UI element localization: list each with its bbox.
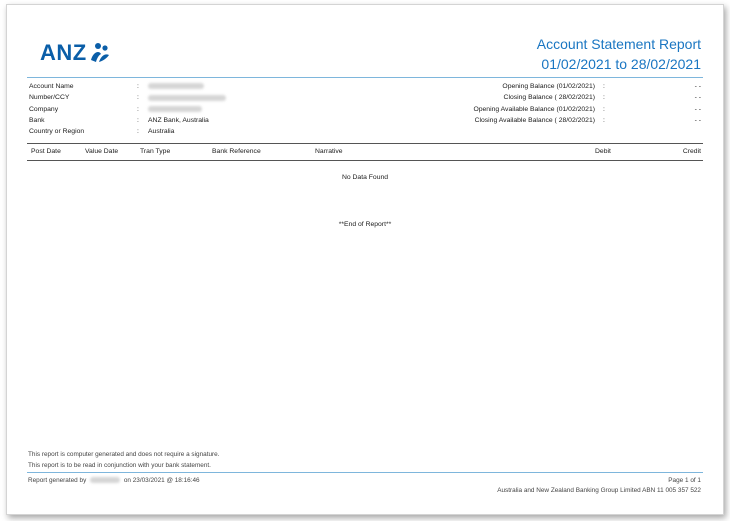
- statement-page: ANZ Account Statement Report 01/02/2021 …: [6, 4, 724, 515]
- info-label: Number/CCY: [29, 94, 70, 102]
- balance-label: Opening Balance (01/02/2021): [502, 83, 595, 90]
- end-of-report: **End of Report**: [338, 221, 392, 228]
- report-generated-line: Report generated by on 23/03/2021 @ 18:1…: [28, 477, 200, 484]
- balance-sep: :: [603, 94, 605, 102]
- info-value-redacted: [148, 81, 204, 92]
- column-header-value-date: Value Date: [85, 148, 119, 155]
- report-period: 01/02/2021 to 28/02/2021: [541, 56, 701, 72]
- account-info: Account Name : Opening Balance (01/02/20…: [7, 81, 723, 141]
- info-row-number: Number/CCY : Closing Balance ( 28/02/202…: [7, 92, 723, 103]
- transactions-table-header: Post Date Value Date Tran Type Bank Refe…: [27, 143, 703, 161]
- balance-value: - -: [694, 83, 701, 90]
- balance-value: - -: [694, 105, 701, 113]
- balance-sep: :: [603, 83, 605, 90]
- no-data-message: No Data Found: [341, 174, 389, 181]
- balance-value: - -: [694, 94, 701, 102]
- info-value-redacted: [148, 92, 226, 103]
- anz-logo: ANZ: [40, 40, 111, 66]
- balance-label: Closing Balance ( 28/02/2021): [503, 94, 595, 102]
- balance-label: Closing Available Balance ( 28/02/2021): [474, 116, 595, 124]
- page-number: Page 1 of 1: [668, 477, 701, 484]
- header-divider: [27, 77, 703, 78]
- info-label: Country or Region: [29, 128, 85, 136]
- column-header-post-date: Post Date: [31, 148, 61, 155]
- info-sep: :: [137, 105, 139, 113]
- company-name: Australia and New Zealand Banking Group …: [497, 487, 701, 494]
- info-sep: :: [137, 83, 139, 90]
- balance-value: - -: [694, 116, 701, 124]
- info-value: ANZ Bank, Australia: [148, 116, 209, 124]
- info-label: Company: [29, 105, 59, 113]
- report-title: Account Statement Report: [536, 36, 701, 52]
- info-sep: :: [137, 94, 139, 102]
- report-title-block: Account Statement Report 01/02/2021 to 2…: [537, 36, 701, 73]
- column-header-narrative: Narrative: [315, 148, 343, 155]
- column-header-bank-reference: Bank Reference: [212, 148, 261, 155]
- generated-user-redacted: [90, 477, 121, 484]
- info-value-redacted: [148, 104, 202, 115]
- generated-suffix: on 23/03/2021 @ 18:16:46: [123, 477, 200, 484]
- column-header-credit: Credit: [682, 148, 701, 155]
- balance-label: Opening Available Balance (01/02/2021): [473, 105, 595, 113]
- info-sep: :: [137, 116, 139, 124]
- info-value: Australia: [148, 128, 175, 136]
- info-label: Account Name: [29, 83, 74, 90]
- info-sep: :: [137, 128, 139, 136]
- footer-note-statement: This report is to be read in conjunction…: [28, 462, 211, 469]
- balance-sep: :: [603, 105, 605, 113]
- info-label: Bank: [29, 116, 45, 124]
- info-row-company: Company : Opening Available Balance (01/…: [7, 104, 723, 115]
- info-row-country: Country or Region : Australia: [7, 126, 723, 137]
- balance-sep: :: [603, 116, 605, 124]
- column-header-tran-type: Tran Type: [140, 148, 171, 155]
- info-row-account-name: Account Name : Opening Balance (01/02/20…: [7, 81, 723, 92]
- anz-people-icon: [90, 43, 109, 62]
- column-header-debit: Debit: [595, 148, 611, 155]
- logo-text: ANZ: [40, 40, 87, 65]
- footer-note-signature: This report is computer generated and do…: [28, 451, 220, 458]
- generated-prefix: Report generated by: [28, 477, 87, 484]
- footer-divider: [27, 472, 703, 473]
- info-row-bank: Bank : ANZ Bank, Australia Closing Avail…: [7, 115, 723, 126]
